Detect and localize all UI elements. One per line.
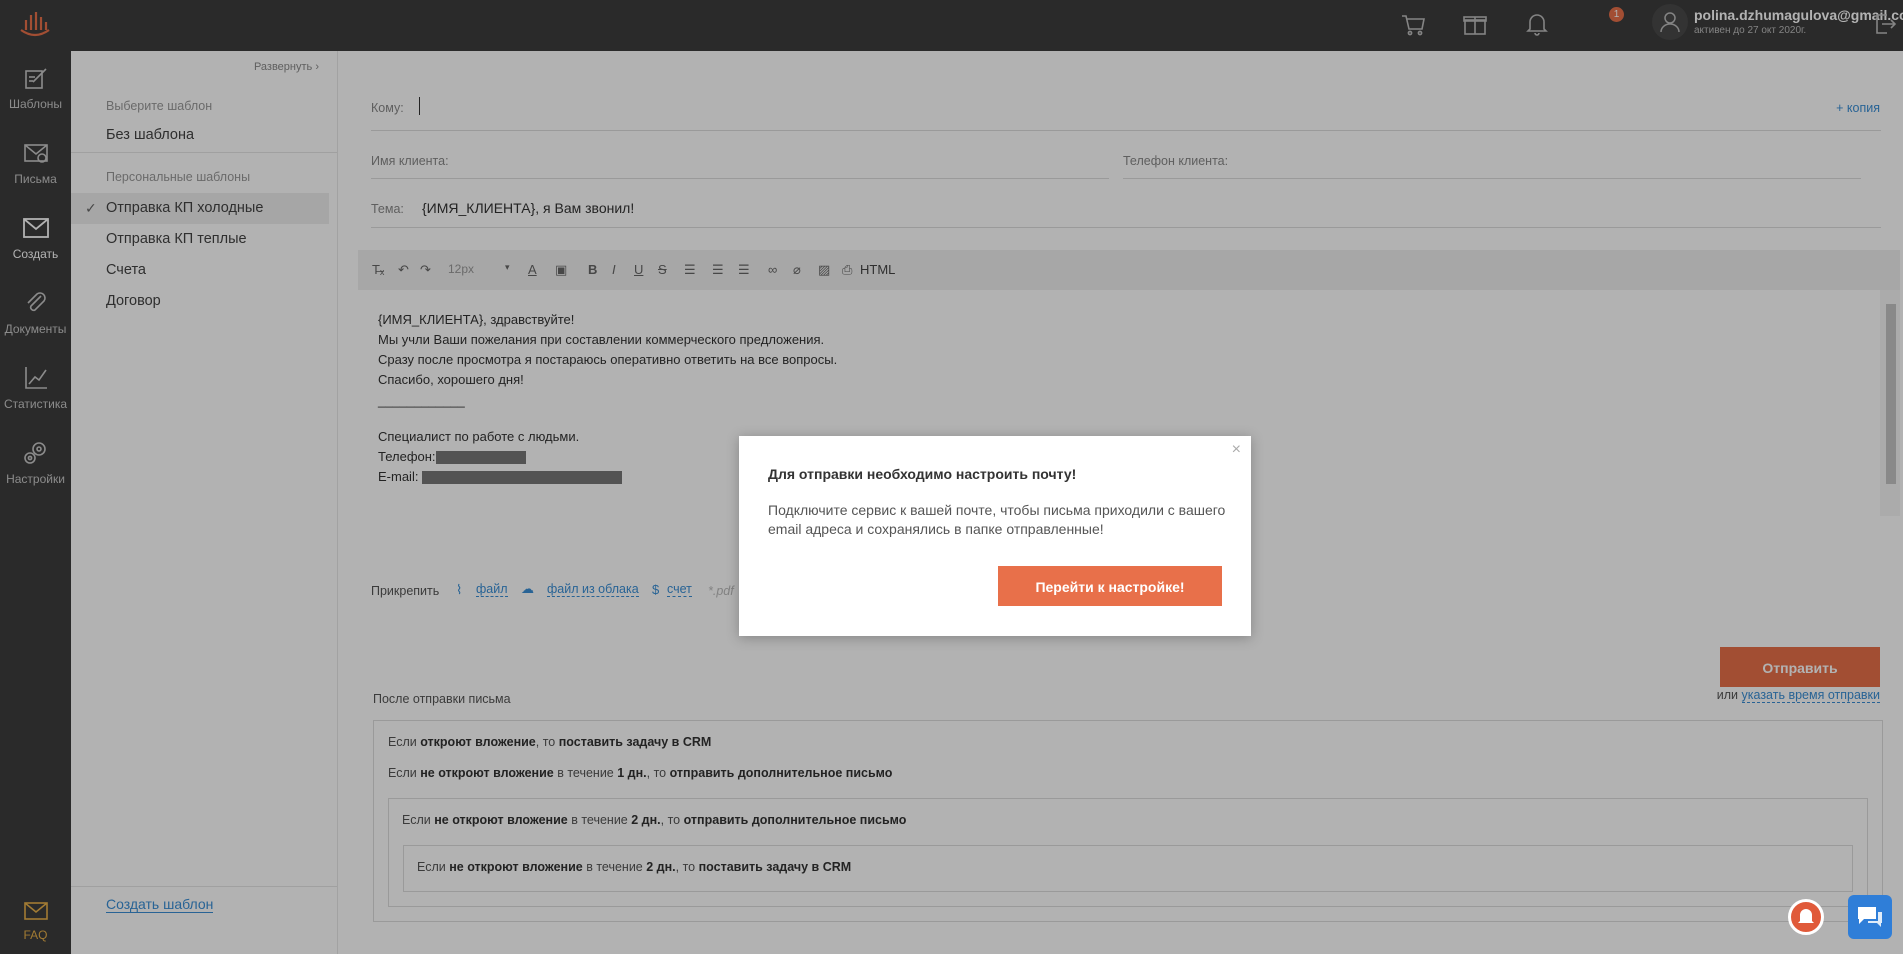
notification-widget[interactable] <box>1788 899 1824 935</box>
go-to-settings-button[interactable]: Перейти к настройке! <box>998 566 1222 606</box>
chat-icon <box>1858 907 1882 927</box>
close-icon[interactable]: × <box>1232 441 1241 459</box>
modal-title: Для отправки необходимо настроить почту! <box>768 466 1077 482</box>
setup-mail-modal: × Для отправки необходимо настроить почт… <box>739 436 1251 636</box>
chat-widget[interactable] <box>1848 895 1892 939</box>
modal-body: Подключите сервис к вашей почте, чтобы п… <box>768 502 1226 537</box>
bell-icon <box>1798 909 1814 923</box>
